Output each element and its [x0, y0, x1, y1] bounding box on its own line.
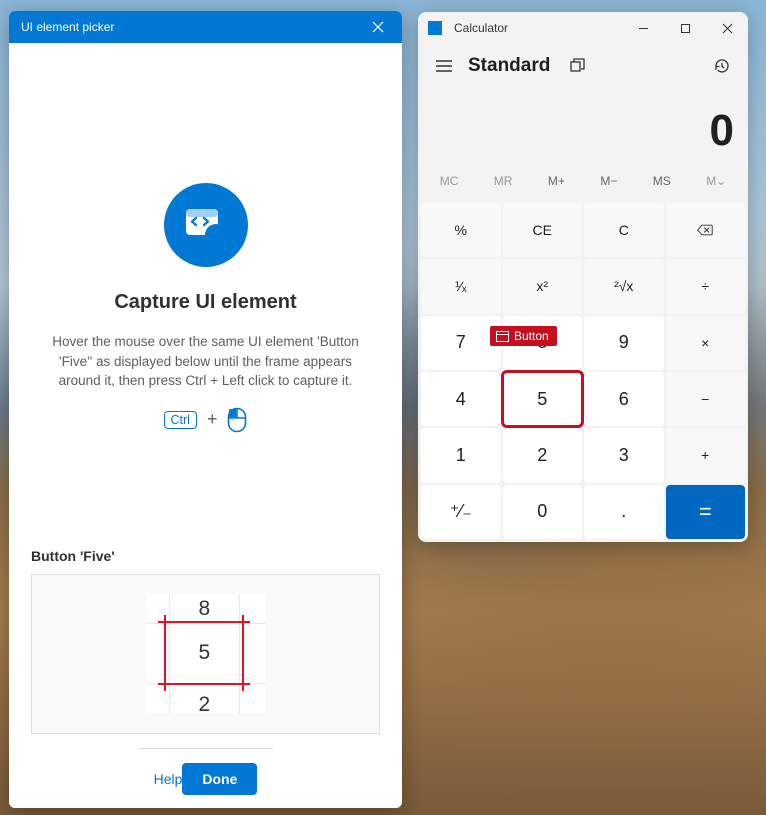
tooltip-text: Button	[514, 329, 549, 343]
add-key[interactable]: +	[666, 428, 746, 482]
keep-on-top-icon	[570, 58, 586, 74]
calc-window-title: Calculator	[454, 21, 622, 35]
percent-key[interactable]: %	[421, 203, 501, 257]
sqrt-key[interactable]: ²√x	[584, 259, 664, 313]
memory-store-button[interactable]: MS	[645, 170, 679, 192]
memory-add-button[interactable]: M+	[540, 170, 573, 192]
clear-key[interactable]: C	[584, 203, 664, 257]
picker-footer: Help Done	[138, 748, 274, 808]
clear-entry-key[interactable]: CE	[503, 203, 583, 257]
backspace-icon	[697, 222, 713, 238]
memory-subtract-button[interactable]: M−	[592, 170, 625, 192]
picker-titlebar: UI element picker	[9, 11, 402, 43]
decimal-key[interactable]: .	[584, 485, 664, 539]
seven-key[interactable]: 7	[421, 316, 501, 370]
minimize-button[interactable]	[622, 13, 664, 43]
negate-key[interactable]: ⁺⁄₋	[421, 485, 501, 539]
close-icon	[372, 21, 384, 33]
history-button[interactable]	[704, 48, 740, 84]
plus-icon: +	[207, 409, 218, 430]
history-icon	[713, 57, 731, 75]
preview-digit-bot: 2	[199, 693, 211, 717]
backspace-key[interactable]	[666, 203, 746, 257]
calc-display: 0	[418, 88, 748, 164]
ctrl-key-badge: Ctrl	[164, 411, 197, 429]
hamburger-menu-button[interactable]	[426, 48, 462, 84]
nine-key[interactable]: 9	[584, 316, 664, 370]
memory-row: MC MR M+ M− MS M⌄	[418, 164, 748, 200]
calc-header: Standard	[418, 44, 748, 88]
calculator-app-icon	[428, 21, 442, 35]
six-key[interactable]: 6	[584, 372, 664, 426]
capture-hero-icon	[164, 183, 248, 267]
element-type-tooltip: Button	[490, 326, 557, 346]
close-button[interactable]	[706, 13, 748, 43]
done-button[interactable]: Done	[182, 763, 257, 795]
keep-on-top-button[interactable]	[562, 50, 594, 82]
four-key[interactable]: 4	[421, 372, 501, 426]
picker-window-title: UI element picker	[21, 20, 358, 34]
preview-box: 8 5 2	[31, 574, 380, 734]
preview-label: Button 'Five'	[31, 548, 380, 564]
calculator-window: Calculator Standard 0 MC MR M+ M− MS M⌄ …	[418, 12, 748, 542]
preview-section: Button 'Five' 8 5 2	[27, 548, 384, 734]
three-key[interactable]: 3	[584, 428, 664, 482]
reciprocal-key[interactable]: ¹⁄ₓ	[421, 259, 501, 313]
picker-hero-text: Hover the mouse over the same UI element…	[41, 332, 371, 391]
help-link[interactable]: Help	[154, 771, 183, 787]
one-key[interactable]: 1	[421, 428, 501, 482]
multiply-key[interactable]: ×	[666, 316, 746, 370]
picker-hero-title: Capture UI element	[114, 291, 296, 314]
memory-recall-button[interactable]: MR	[486, 170, 521, 192]
memory-dropdown-button[interactable]: M⌄	[698, 170, 734, 192]
preview-snippet: 8 5 2	[147, 595, 265, 713]
picker-body: Capture UI element Hover the mouse over …	[9, 43, 402, 808]
window-icon	[496, 331, 509, 342]
preview-digit-top: 8	[199, 597, 211, 621]
subtract-key[interactable]: −	[666, 372, 746, 426]
ui-element-picker-window: UI element picker Capture UI element Hov…	[9, 11, 402, 808]
mode-label: Standard	[468, 55, 550, 77]
picker-close-button[interactable]	[358, 11, 398, 43]
preview-highlight-frame	[164, 621, 244, 685]
maximize-button[interactable]	[664, 13, 706, 43]
zero-key[interactable]: 0	[503, 485, 583, 539]
divide-key[interactable]: ÷	[666, 259, 746, 313]
memory-clear-button[interactable]: MC	[432, 170, 467, 192]
mouse-icon	[227, 407, 247, 433]
picker-key-hint: Ctrl +	[164, 407, 248, 433]
two-key[interactable]: 2	[503, 428, 583, 482]
hamburger-icon	[436, 60, 452, 72]
calc-titlebar: Calculator	[418, 12, 748, 44]
calc-keypad: % CE C ¹⁄ₓ x² ²√x ÷ 7 8 9 × 4 5 6 − 1 2 …	[418, 200, 748, 542]
square-key[interactable]: x²	[503, 259, 583, 313]
five-key[interactable]: 5	[503, 372, 583, 426]
equals-key[interactable]: =	[666, 485, 746, 539]
